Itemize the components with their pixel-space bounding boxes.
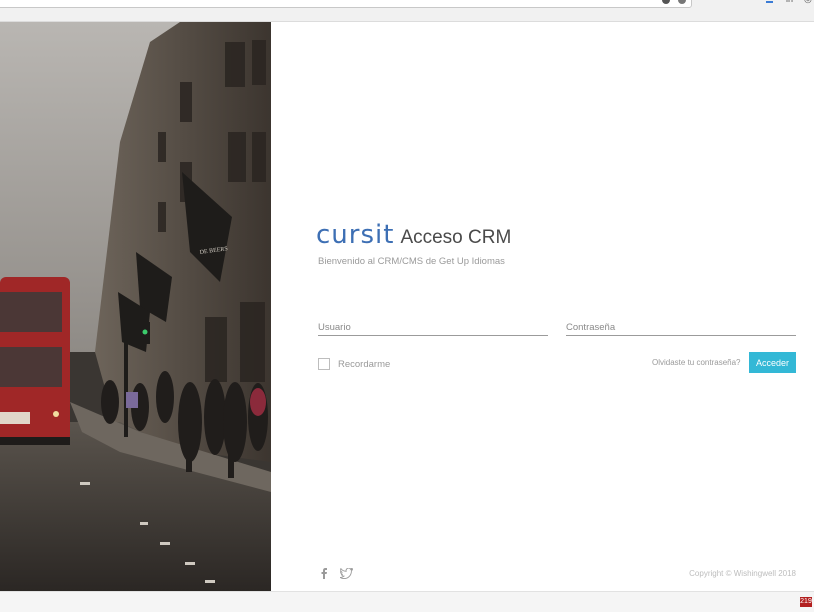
address-bar[interactable] <box>0 0 692 8</box>
cursit-logo: cursit <box>316 220 395 250</box>
forgot-password-link[interactable]: Olvidaste tu contraseña? <box>652 358 741 367</box>
browser-toolbar: in ◎ <box>0 0 814 22</box>
header: cursit Acceso CRM <box>316 220 511 250</box>
remember-me[interactable]: Recordarme <box>318 358 390 370</box>
social-links <box>320 566 354 584</box>
notification-badge[interactable]: 219 <box>800 597 812 607</box>
twitter-icon[interactable] <box>338 566 354 584</box>
account-icon[interactable] <box>766 0 773 3</box>
page-title: Acceso CRM <box>400 227 512 248</box>
remember-checkbox[interactable] <box>318 358 330 370</box>
welcome-text: Bienvenido al CRM/CMS de Get Up Idiomas <box>318 256 505 267</box>
facebook-icon[interactable] <box>320 566 328 584</box>
background-photo: DE BEERS <box>0 22 271 591</box>
copyright: Copyright © Wishingwell 2018 <box>689 569 796 578</box>
password-field[interactable] <box>566 319 796 336</box>
login-panel: cursit Acceso CRM Bienvenido al CRM/CMS … <box>271 22 814 591</box>
extension-menu-icon[interactable]: ◎ <box>804 0 812 5</box>
login-button[interactable]: Acceder <box>749 352 796 373</box>
browser-statusbar <box>0 591 814 612</box>
extension-icon[interactable]: in <box>786 0 793 4</box>
remember-label: Recordarme <box>338 358 391 370</box>
username-field[interactable] <box>318 319 548 336</box>
